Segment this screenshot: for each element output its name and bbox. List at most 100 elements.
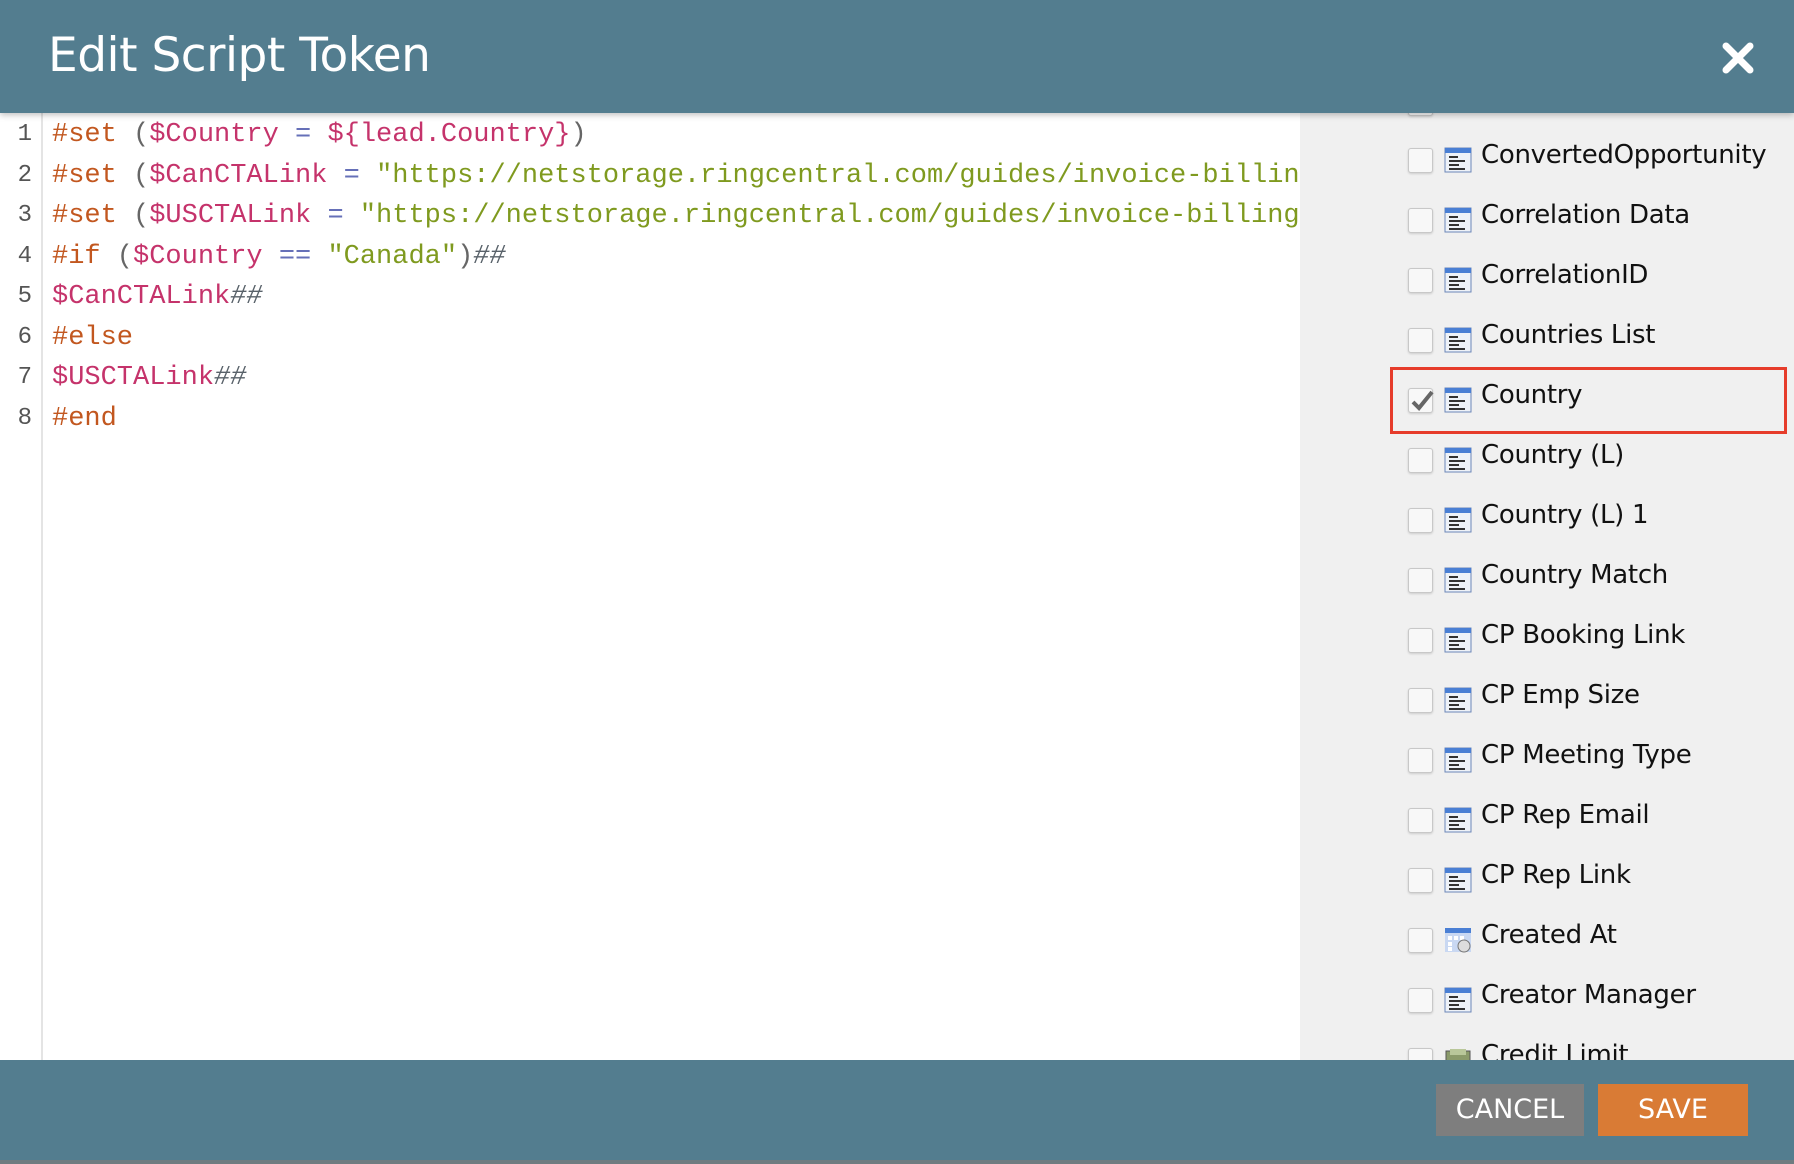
- text-field-icon: [1444, 747, 1472, 773]
- field-item[interactable]: Creator Manager: [1300, 970, 1794, 1030]
- code-text: #if ($Country == "Canada")##: [52, 237, 506, 277]
- checkbox[interactable]: [1408, 448, 1433, 473]
- field-label: Country (L) 1: [1481, 500, 1649, 530]
- code-token: ==: [262, 241, 328, 272]
- code-token: #if: [52, 241, 101, 272]
- code-token: $Country: [149, 120, 279, 150]
- line-number: 6: [17, 323, 32, 351]
- dialog-header: Edit Script Token: [0, 0, 1794, 113]
- field-item[interactable]: CorrelationID: [1300, 250, 1794, 310]
- code-token: ): [457, 241, 474, 272]
- checkbox[interactable]: [1408, 268, 1433, 293]
- text-field-icon: [1444, 207, 1472, 233]
- checkbox[interactable]: [1408, 568, 1433, 593]
- field-label: Created At: [1481, 920, 1617, 950]
- code-token: "Canada": [327, 241, 458, 272]
- field-item[interactable]: Country (L) 1: [1300, 490, 1794, 550]
- line-number: 4: [17, 242, 32, 270]
- field-item[interactable]: Correlation Data: [1300, 190, 1794, 250]
- field-item[interactable]: CP Booking Link: [1300, 610, 1794, 670]
- cancel-button[interactable]: CANCEL: [1436, 1084, 1584, 1136]
- text-field-icon: [1444, 627, 1472, 653]
- checkbox[interactable]: [1408, 748, 1433, 773]
- checkbox[interactable]: [1408, 868, 1433, 893]
- code-token: (: [100, 241, 134, 272]
- code-editor[interactable]: 1 #set ($Country = ${lead.Country}) 2 #set …: [0, 113, 1300, 1060]
- field-item[interactable]: Country (L): [1300, 430, 1794, 490]
- field-item[interactable]: CP Emp Size: [1300, 670, 1794, 730]
- line-number: 8: [17, 404, 32, 432]
- code-token: =: [278, 120, 328, 150]
- code-token: $CanCTALink: [52, 282, 231, 312]
- code-token: #set: [52, 120, 117, 150]
- close-icon[interactable]: [1720, 40, 1756, 76]
- text-field-icon: [1444, 687, 1472, 713]
- text-field-icon: [1444, 327, 1472, 353]
- code-token: #end: [52, 403, 117, 434]
- line-number: 5: [17, 283, 32, 310]
- field-label: CorrelationID: [1481, 260, 1649, 290]
- datetime-field-icon: [1444, 927, 1472, 953]
- code-token: "https://netstorage.ringcentral.com/guid…: [376, 160, 1300, 191]
- code-text: #set ($CanCTALink = "https://netstorage.…: [52, 156, 1300, 196]
- field-item[interactable]: Country Match: [1300, 550, 1794, 610]
- text-field-icon: [1444, 447, 1472, 473]
- checkbox[interactable]: [1408, 628, 1433, 653]
- checkbox[interactable]: [1408, 328, 1433, 353]
- field-label: CP Meeting Type: [1481, 740, 1692, 770]
- text-field-icon: [1444, 267, 1472, 293]
- code-text: #end: [52, 399, 117, 439]
- checkbox[interactable]: [1408, 148, 1433, 173]
- code-token: $USCTALink: [52, 363, 215, 393]
- checkbox[interactable]: [1408, 808, 1433, 833]
- checkbox[interactable]: [1408, 688, 1433, 713]
- field-list[interactable]: ConvertedOpportunity Correlation Data Corr…: [1300, 113, 1794, 1060]
- field-label: ConvertedOpportunity: [1481, 140, 1767, 170]
- checkbox[interactable]: [1408, 928, 1433, 953]
- code-token: $USCTALink: [149, 201, 312, 231]
- checkbox[interactable]: [1408, 1048, 1433, 1060]
- text-field-icon: [1444, 807, 1472, 833]
- field-item[interactable]: ConvertedOpportunity: [1300, 130, 1794, 190]
- code-token: (: [116, 160, 150, 191]
- text-field-icon: [1444, 987, 1472, 1013]
- code-token: #set: [52, 160, 117, 191]
- code-text: #else: [52, 318, 133, 358]
- code-token: #else: [52, 322, 134, 353]
- bottom-strip: [0, 1160, 1794, 1164]
- dialog-title: Edit Script Token: [48, 28, 431, 83]
- field-item[interactable]: Countries List: [1300, 310, 1794, 370]
- code-text: $CanCTALink##: [52, 277, 263, 317]
- field-item[interactable]: CP Meeting Type: [1300, 730, 1794, 790]
- field-label: Credit Limit: [1481, 1040, 1629, 1060]
- checkbox[interactable]: [1408, 208, 1433, 233]
- code-token: #set: [52, 201, 117, 231]
- field-label: CP Rep Email: [1481, 800, 1650, 830]
- highlight-box: [1390, 367, 1787, 434]
- text-field-icon: [1444, 507, 1472, 533]
- line-number: 2: [17, 161, 32, 189]
- currency-field-icon: [1444, 1047, 1472, 1060]
- text-field-icon: [1444, 567, 1472, 593]
- field-item[interactable]: Created At: [1300, 910, 1794, 970]
- field-label: Correlation Data: [1481, 200, 1690, 230]
- checkbox[interactable]: [1408, 508, 1433, 533]
- checkbox[interactable]: [1408, 113, 1433, 116]
- field-label: CP Rep Link: [1481, 860, 1631, 890]
- checkbox[interactable]: [1408, 988, 1433, 1013]
- code-token: =: [311, 201, 360, 231]
- field-item[interactable]: Credit Limit: [1300, 1030, 1794, 1060]
- field-label: CP Booking Link: [1481, 620, 1686, 650]
- code-token: ): [570, 120, 587, 150]
- line-number: 7: [17, 364, 32, 391]
- line-number: 3: [17, 202, 32, 229]
- text-field-icon: [1444, 147, 1472, 173]
- code-token: (: [116, 201, 150, 231]
- code-token: ##: [214, 363, 247, 393]
- field-item[interactable]: CP Rep Link: [1300, 850, 1794, 910]
- save-button[interactable]: SAVE: [1598, 1084, 1748, 1136]
- field-label: Creator Manager: [1481, 980, 1696, 1010]
- code-text: $USCTALink##: [52, 358, 246, 398]
- field-item[interactable]: CP Rep Email: [1300, 790, 1794, 850]
- code-token: ${lead.Country}: [327, 120, 571, 150]
